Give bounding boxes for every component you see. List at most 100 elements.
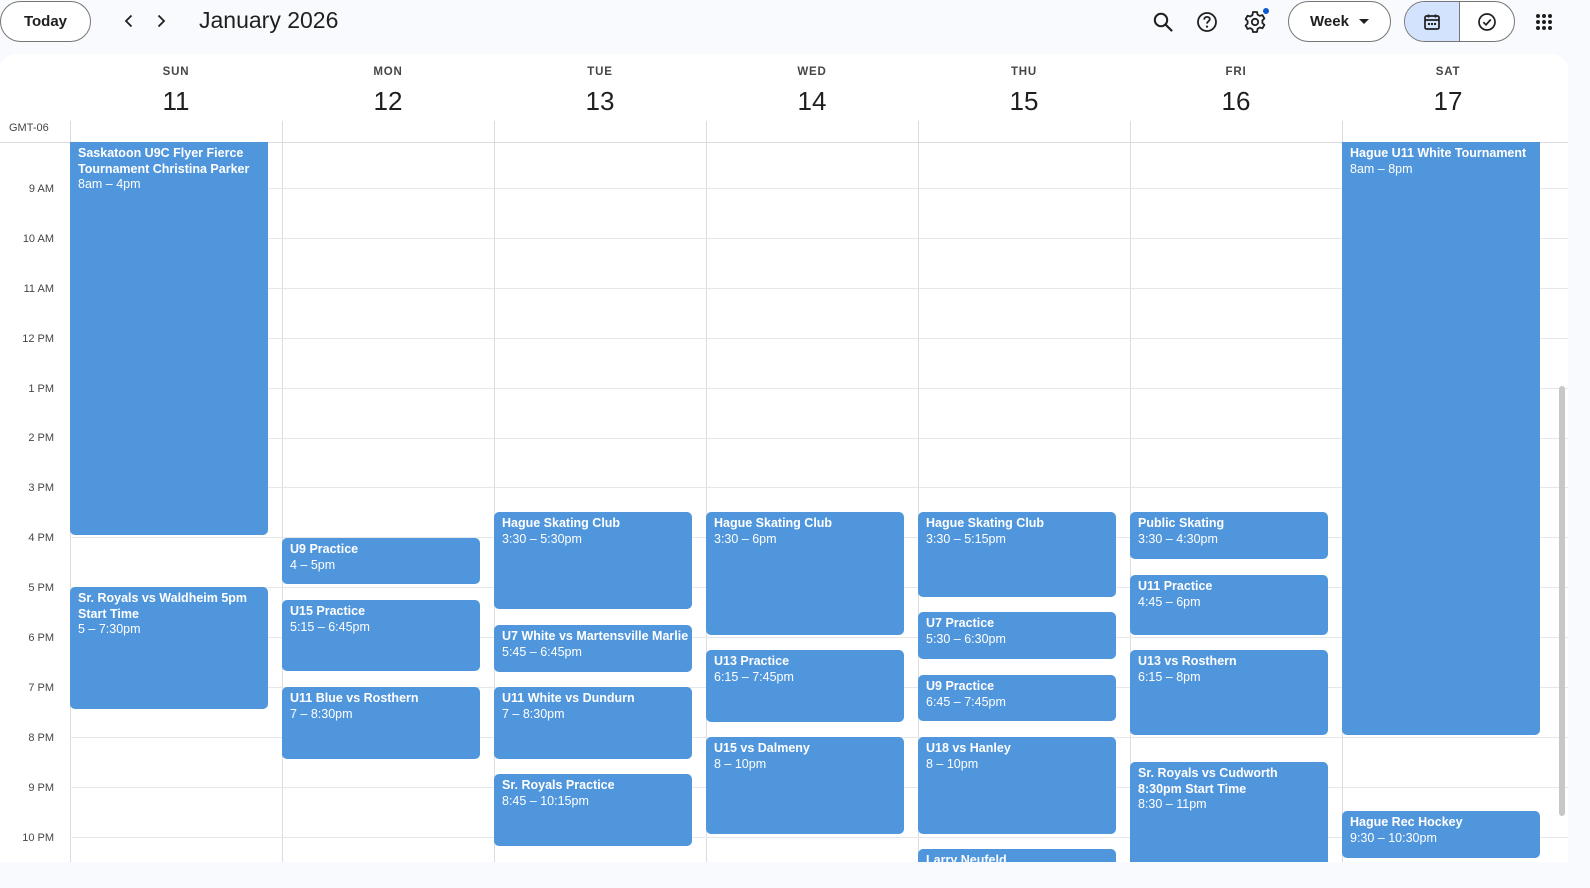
- event-title: Hague U11 White Tournament: [1350, 146, 1527, 160]
- calendar-event[interactable]: U18 vs Hanley 8 – 10pm: [918, 737, 1116, 834]
- event-time: 4 – 5pm: [290, 557, 336, 572]
- calendar-event[interactable]: Saskatoon U9C Flyer Fierce Tournament Ch…: [70, 142, 268, 535]
- time-label: 11 AM: [23, 283, 54, 295]
- event-title: U7 Practice: [926, 616, 995, 630]
- event-title: Hague Skating Club: [926, 516, 1045, 530]
- calendar-event[interactable]: Larry Neufeld: [918, 849, 1116, 862]
- day-header-tue[interactable]: TUE 13: [494, 54, 706, 142]
- time-label: 2 PM: [28, 432, 54, 444]
- day-header-sat[interactable]: SAT 17: [1342, 54, 1554, 142]
- calendar-view-button[interactable]: [1405, 2, 1460, 41]
- view-selector-dropdown[interactable]: Week: [1288, 1, 1391, 42]
- calendar-event[interactable]: Hague U11 White Tournament 8am – 8pm: [1342, 142, 1540, 735]
- day-of-week: FRI: [1225, 66, 1247, 78]
- calendar-event[interactable]: U7 White vs Martensville Marlie 5:45 – 6…: [494, 625, 692, 672]
- calendar-event[interactable]: U11 Practice 4:45 – 6pm: [1130, 575, 1328, 635]
- event-title: U9 Practice: [290, 542, 359, 556]
- day-of-week: SAT: [1435, 66, 1461, 78]
- event-title: U18 vs Hanley: [926, 741, 1011, 755]
- calendar-event[interactable]: U9 Practice 4 – 5pm: [282, 538, 480, 584]
- event-time: 6:45 – 7:45pm: [926, 694, 1006, 709]
- calendar-event[interactable]: Hague Skating Club 3:30 – 5:15pm: [918, 512, 1116, 597]
- chevron-right-icon: [157, 14, 166, 28]
- calendar-event[interactable]: Hague Rec Hockey 9:30 – 10:30pm: [1342, 811, 1540, 858]
- calendar-event[interactable]: Public Skating 3:30 – 4:30pm: [1130, 512, 1328, 559]
- timezone-label: GMT-06: [9, 122, 49, 134]
- event-title: U15 Practice: [290, 604, 366, 618]
- today-button[interactable]: Today: [0, 1, 91, 42]
- vertical-scrollbar[interactable]: [1559, 386, 1565, 816]
- calendar-event[interactable]: U13 Practice 6:15 – 7:45pm: [706, 650, 904, 722]
- event-time: 3:30 – 6pm: [714, 531, 777, 546]
- calendar-event[interactable]: Hague Skating Club 3:30 – 6pm: [706, 512, 904, 635]
- help-button[interactable]: [1191, 6, 1223, 38]
- day-header-wed[interactable]: WED 14: [706, 54, 918, 142]
- time-label: 5 PM: [28, 582, 54, 594]
- week-calendar-grid: SUN 11 MON 12 TUE 13 WED 14 THU 15 FRI 1…: [0, 54, 1568, 862]
- calendar-event[interactable]: U13 vs Rosthern 6:15 – 8pm: [1130, 650, 1328, 735]
- day-of-week: SUN: [162, 66, 190, 78]
- search-button[interactable]: [1147, 6, 1179, 38]
- top-toolbar: Today January 2026 Week: [0, 0, 1590, 44]
- settings-button[interactable]: [1239, 6, 1271, 38]
- tasks-view-button[interactable]: [1460, 2, 1514, 41]
- event-time: 7 – 8:30pm: [290, 706, 353, 721]
- day-number: 13: [585, 86, 615, 116]
- event-time: 5:30 – 6:30pm: [926, 631, 1006, 646]
- gear-icon: [1244, 11, 1266, 33]
- time-label: 10 PM: [22, 832, 54, 844]
- event-time: 3:30 – 5:15pm: [926, 531, 1006, 546]
- event-title: U13 vs Rosthern: [1138, 654, 1237, 668]
- time-label: 6 PM: [28, 632, 54, 644]
- calendar-event[interactable]: U15 Practice 5:15 – 6:45pm: [282, 600, 480, 671]
- event-title: U7 White vs Martensville Marlie: [502, 629, 689, 643]
- calendar-event[interactable]: Hague Skating Club 3:30 – 5:30pm: [494, 512, 692, 609]
- event-time: 3:30 – 4:30pm: [1138, 531, 1218, 546]
- calendar-event[interactable]: Sr. Royals vs Waldheim 5pm Start Time 5 …: [70, 587, 268, 709]
- event-title: U11 White vs Dundurn: [502, 691, 635, 705]
- day-header-mon[interactable]: MON 12: [282, 54, 494, 142]
- view-selector-label: Week: [1310, 13, 1349, 30]
- caret-down-icon: [1358, 18, 1369, 24]
- event-title: Saskatoon U9C Flyer Fierce Tournament Ch…: [78, 146, 250, 176]
- apps-launcher-button[interactable]: [1528, 6, 1560, 38]
- calendar-icon: [1424, 14, 1440, 30]
- event-time: 8:30 – 11pm: [1138, 797, 1207, 811]
- calendar-event[interactable]: U7 Practice 5:30 – 6:30pm: [918, 612, 1116, 659]
- page-title: January 2026: [199, 7, 339, 33]
- calendar-event[interactable]: Sr. Royals Practice 8:45 – 10:15pm: [494, 774, 692, 846]
- previous-week-button[interactable]: [116, 8, 142, 34]
- event-time: 8am – 4pm: [78, 177, 141, 191]
- calendar-event[interactable]: Sr. Royals vs Cudworth 8:30pm Start Time…: [1130, 762, 1328, 862]
- calendar-event[interactable]: U11 Blue vs Rosthern 7 – 8:30pm: [282, 687, 480, 759]
- event-title: Public Skating: [1138, 516, 1225, 530]
- event-time: 4:45 – 6pm: [1138, 594, 1201, 609]
- event-title: U9 Practice: [926, 679, 995, 693]
- event-time: 8 – 10pm: [714, 756, 767, 771]
- event-title: Hague Skating Club: [714, 516, 833, 530]
- time-label: 9 PM: [28, 782, 54, 794]
- next-week-button[interactable]: [148, 8, 174, 34]
- day-number: 17: [1433, 86, 1463, 116]
- event-title: U11 Blue vs Rosthern: [290, 691, 419, 705]
- calendar-event[interactable]: U11 White vs Dundurn 7 – 8:30pm: [494, 687, 692, 759]
- event-title: Sr. Royals Practice: [502, 778, 615, 792]
- chevron-left-icon: [124, 14, 133, 28]
- apps-grid-icon: [1536, 14, 1552, 30]
- time-label: 8 PM: [28, 732, 54, 744]
- event-title: U13 Practice: [714, 654, 790, 668]
- event-title: Sr. Royals vs Cudworth 8:30pm Start Time: [1138, 766, 1278, 796]
- day-of-week: MON: [373, 66, 403, 78]
- calendar-event[interactable]: U9 Practice 6:45 – 7:45pm: [918, 675, 1116, 721]
- event-time: 5:45 – 6:45pm: [502, 644, 582, 659]
- time-label: 10 AM: [22, 233, 54, 245]
- day-header-fri[interactable]: FRI 16: [1130, 54, 1342, 142]
- task-check-icon: [1478, 12, 1496, 31]
- event-title: Hague Skating Club: [502, 516, 621, 530]
- day-header-thu[interactable]: THU 15: [918, 54, 1130, 142]
- day-header-sun[interactable]: SUN 11: [70, 54, 282, 142]
- help-icon: [1197, 12, 1217, 32]
- event-title: Larry Neufeld: [926, 853, 1007, 862]
- calendar-event[interactable]: U15 vs Dalmeny 8 – 10pm: [706, 737, 904, 834]
- event-time: 5:15 – 6:45pm: [290, 619, 370, 634]
